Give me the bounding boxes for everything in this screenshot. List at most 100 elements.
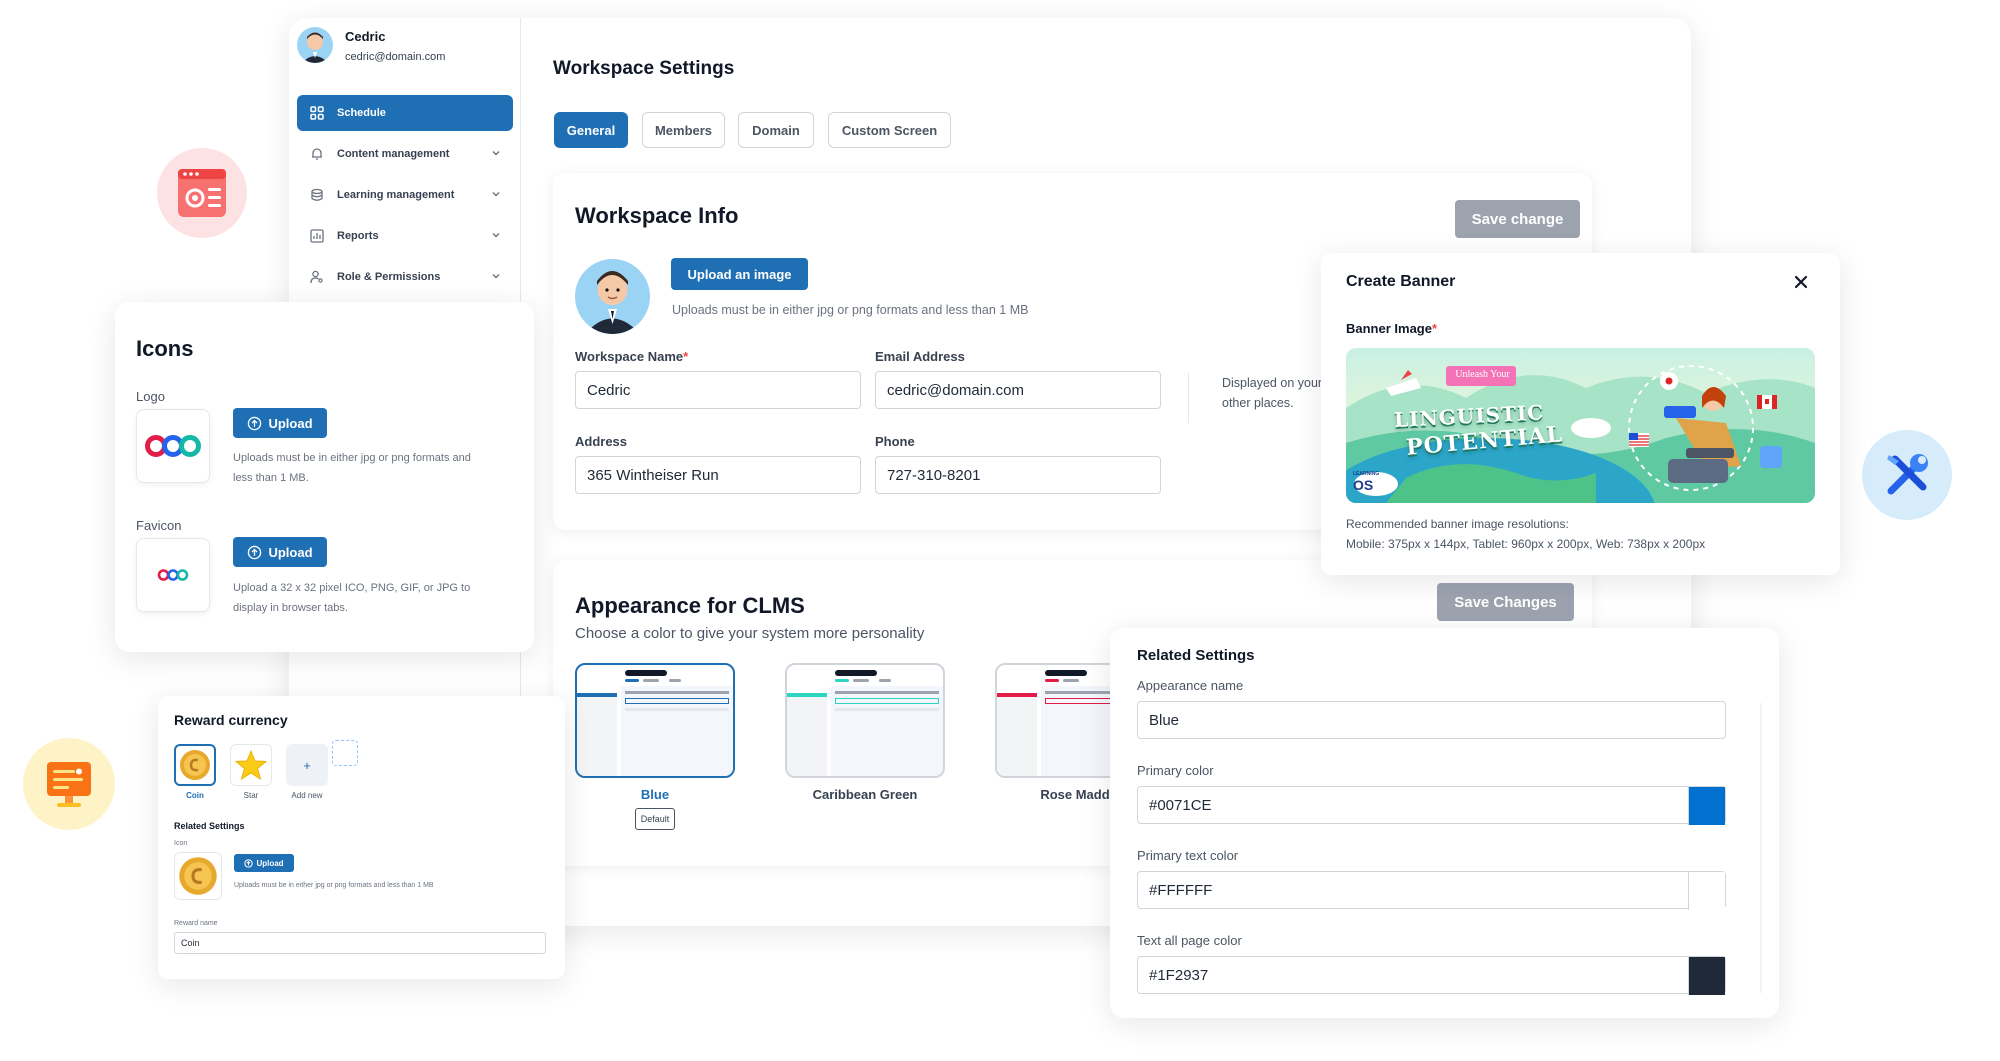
chevron-down-icon xyxy=(491,271,501,284)
primary-text-color-swatch[interactable] xyxy=(1688,872,1725,910)
banner-rec-title: Recommended banner image resolutions: xyxy=(1346,517,1569,531)
appearance-name-input[interactable]: Blue xyxy=(1137,701,1726,739)
sidebar-item-label: Reports xyxy=(337,230,379,242)
logo-hint-2: less than 1 MB. xyxy=(233,472,309,484)
sidebar-item-label: Role & Permissions xyxy=(337,271,441,283)
drop-slot xyxy=(332,740,358,766)
favicon-hint-1: Upload a 32 x 32 pixel ICO, PNG, GIF, or… xyxy=(233,582,471,594)
user-name: Cedric xyxy=(345,29,386,44)
reward-currency-panel: Reward currency Coin Star + Add new Rela… xyxy=(158,696,565,979)
banner-ribbon-text: Unleash Your xyxy=(1455,369,1510,380)
close-icon[interactable] xyxy=(1790,271,1812,293)
theme-accent-bar xyxy=(787,693,827,697)
sidebar-item-label: Learning management xyxy=(337,189,455,201)
primary-color-label: Primary color xyxy=(1137,763,1214,778)
reward-name-label: Reward name xyxy=(174,920,218,927)
chevron-down-icon xyxy=(491,148,501,161)
reward-name-input[interactable]: Coin xyxy=(174,932,546,954)
chevron-down-icon xyxy=(491,230,501,243)
reward-item-star-label: Star xyxy=(243,791,259,800)
address-label: Address xyxy=(575,434,628,449)
reward-item-coin-label: Coin xyxy=(186,791,204,800)
related-settings-panel: Related Settings Appearance name Blue Pr… xyxy=(1110,628,1779,1018)
side-note-line-1: Displayed on your xyxy=(1222,376,1323,390)
tab-custom-screen[interactable]: Custom Screen xyxy=(828,112,951,148)
chevron-down-icon xyxy=(491,189,501,202)
workspace-avatar xyxy=(575,259,650,334)
logo-preview xyxy=(136,409,210,483)
theme-card-caribbean-green[interactable] xyxy=(785,663,945,778)
theme-card-blue[interactable] xyxy=(575,663,735,778)
favicon-label: Favicon xyxy=(136,518,182,533)
presentation-deco-icon xyxy=(23,738,115,830)
theme-label-blue: Blue xyxy=(640,787,670,802)
workspace-name-label: Workspace Name* xyxy=(575,349,689,364)
section-title: Workspace Info xyxy=(575,203,739,228)
primary-text-color-label: Primary text color xyxy=(1137,848,1239,863)
primary-text-color-input[interactable]: #FFFFFF xyxy=(1137,871,1726,910)
sidebar-item-reports[interactable]: Reports xyxy=(297,218,513,254)
tools-deco-icon xyxy=(1862,430,1952,520)
logo-icon xyxy=(145,435,201,457)
user-email: cedric@domain.com xyxy=(345,51,446,63)
favicon-hint-2: display in browser tabs. xyxy=(233,602,348,614)
logo-label: Logo xyxy=(136,389,165,404)
banner-image[interactable]: Unleash Your LINGUISTIC POTENTIAL LEARNI… xyxy=(1346,348,1815,503)
sidebar-item-role-permissions[interactable]: Role & Permissions xyxy=(297,259,513,295)
appearance-title: Appearance for CLMS xyxy=(575,593,805,618)
sidebar-item-schedule[interactable]: Schedule xyxy=(297,95,513,131)
side-note-divider xyxy=(1188,373,1189,423)
save-change-button[interactable]: Save change xyxy=(1455,200,1580,238)
upload-image-button[interactable]: Upload an image xyxy=(671,258,808,290)
tab-domain[interactable]: Domain xyxy=(738,112,814,148)
logo-upload-button[interactable]: Upload xyxy=(233,408,327,438)
upload-hint: Uploads must be in either jpg or png for… xyxy=(672,303,1029,317)
reward-item-star[interactable] xyxy=(230,744,272,786)
sidebar-item-learning-management[interactable]: Learning management xyxy=(297,177,513,213)
sidebar-item-label: Content management xyxy=(337,148,450,160)
cloud-upload-icon xyxy=(247,545,262,560)
workspace-name-input[interactable]: Cedric xyxy=(575,371,861,409)
save-changes-button[interactable]: Save Changes xyxy=(1437,583,1574,621)
phone-label: Phone xyxy=(875,434,915,449)
add-new-button[interactable]: + xyxy=(286,744,328,786)
banner-brand: OS xyxy=(1353,477,1374,493)
primary-color-input[interactable]: #0071CE xyxy=(1137,786,1726,825)
address-input[interactable]: 365 Wintheiser Run xyxy=(575,456,861,494)
database-icon xyxy=(309,187,325,203)
reward-title: Reward currency xyxy=(174,712,288,728)
icons-title: Icons xyxy=(136,336,194,361)
favicon-preview xyxy=(136,538,210,612)
favicon-upload-button[interactable]: Upload xyxy=(233,537,327,567)
related-settings-title: Related Settings xyxy=(1137,647,1255,664)
page-title: Workspace Settings xyxy=(553,58,735,79)
cloud-upload-icon xyxy=(244,858,254,868)
side-note-line-2: other places. xyxy=(1222,396,1294,410)
icons-panel: Icons Logo Upload Uploads must be in eit… xyxy=(115,302,534,652)
settings-window-deco-icon xyxy=(157,148,247,238)
tab-members[interactable]: Members xyxy=(642,112,725,148)
scrollbar-track[interactable] xyxy=(1760,703,1762,993)
reward-icon-preview xyxy=(174,852,222,900)
sidebar-item-label: Schedule xyxy=(337,107,386,119)
default-badge: Default xyxy=(635,808,675,830)
grid-icon xyxy=(309,105,325,121)
reward-upload-button[interactable]: Upload xyxy=(234,854,294,872)
reward-related-title: Related Settings xyxy=(174,821,245,831)
text-all-page-color-input[interactable]: #1F2937 xyxy=(1137,956,1726,995)
appearance-subtitle: Choose a color to give your system more … xyxy=(575,625,925,642)
phone-input[interactable]: 727-310-8201 xyxy=(875,456,1161,494)
star-icon xyxy=(235,749,267,781)
tab-general[interactable]: General xyxy=(554,112,628,148)
primary-color-swatch[interactable] xyxy=(1688,787,1725,825)
sidebar-item-content-management[interactable]: Content management xyxy=(297,136,513,172)
reward-item-coin[interactable] xyxy=(174,744,216,786)
coin-icon xyxy=(179,857,217,895)
text-all-page-color-label: Text all page color xyxy=(1137,933,1242,948)
email-address-input[interactable]: cedric@domain.com xyxy=(875,371,1161,409)
theme-label-caribbean-green: Caribbean Green xyxy=(812,787,918,802)
banner-title: Create Banner xyxy=(1346,273,1456,290)
avatar xyxy=(297,27,333,63)
text-all-page-color-swatch[interactable] xyxy=(1688,957,1725,995)
chart-icon xyxy=(309,228,325,244)
